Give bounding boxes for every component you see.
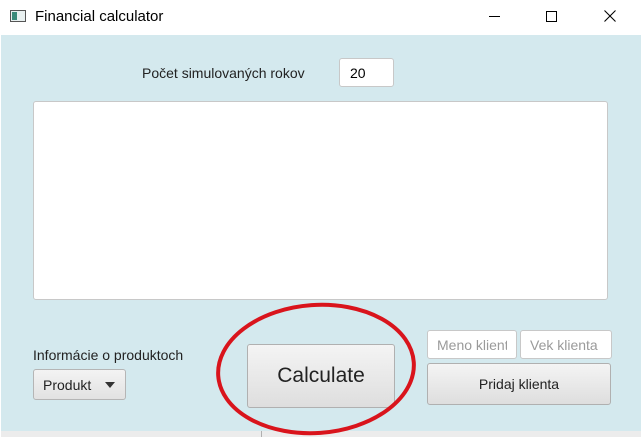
years-label: Počet simulovaných rokov (142, 65, 305, 81)
maximize-icon (545, 10, 557, 22)
product-info-label: Informácie o produktoch (33, 347, 184, 363)
minimize-button[interactable] (471, 0, 517, 32)
window-title: Financial calculator (35, 8, 164, 25)
minimize-icon (488, 15, 500, 17)
close-button[interactable] (587, 0, 633, 32)
output-text-area[interactable] (33, 101, 608, 300)
product-dropdown-label: Produkt (43, 376, 92, 393)
title-bar: Financial calculator (0, 0, 642, 35)
years-input[interactable] (339, 58, 394, 87)
calculate-button[interactable]: Calculate (247, 344, 395, 408)
app-icon (10, 10, 26, 22)
bottom-edge (1, 431, 641, 437)
add-client-button[interactable]: Pridaj klienta (427, 363, 611, 405)
close-icon (604, 10, 616, 22)
chevron-down-icon (105, 382, 115, 388)
product-dropdown[interactable]: Produkt (33, 369, 126, 400)
maximize-button[interactable] (528, 0, 574, 32)
client-name-input[interactable] (427, 330, 517, 359)
client-age-input[interactable] (520, 330, 612, 359)
